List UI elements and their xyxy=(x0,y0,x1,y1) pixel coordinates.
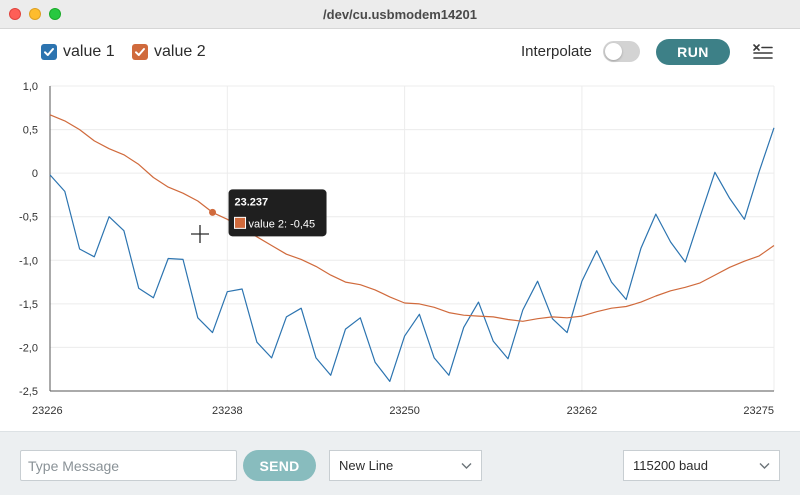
x-tick-label: 23275 xyxy=(743,405,774,417)
window-title: /dev/cu.usbmodem14201 xyxy=(323,7,477,22)
x-tick-label: 23238 xyxy=(212,405,243,417)
tooltip-swatch xyxy=(234,216,247,229)
x-tick-label: 23250 xyxy=(389,405,420,417)
title-bar: /dev/cu.usbmodem14201 xyxy=(0,0,800,29)
legend-item-value-1[interactable]: value 1 xyxy=(41,41,115,63)
baud-rate-value: 115200 baud xyxy=(633,458,708,473)
y-tick-label: 1,0 xyxy=(23,81,38,93)
y-tick-label: 0,5 xyxy=(23,125,38,137)
checkmark-icon xyxy=(135,48,145,56)
y-tick-label: -2,0 xyxy=(19,342,38,354)
y-tick-label: -1,0 xyxy=(19,255,38,267)
series-line-2 xyxy=(49,114,775,322)
clear-output-icon[interactable] xyxy=(752,42,774,62)
line-ending-select[interactable]: New Line xyxy=(329,450,482,481)
run-button[interactable]: RUN xyxy=(656,39,730,65)
x-tick-label: 23262 xyxy=(567,405,598,417)
value-2-checkbox[interactable] xyxy=(132,44,148,60)
tooltip-title: 23.237 xyxy=(235,196,269,208)
chevron-down-icon xyxy=(759,463,770,469)
checkmark-icon xyxy=(44,48,54,56)
chevron-down-icon xyxy=(461,463,472,469)
legend-label-value-2: value 2 xyxy=(154,43,206,60)
baud-rate-select[interactable]: 115200 baud xyxy=(623,450,780,481)
legend-item-value-2[interactable]: value 2 xyxy=(132,41,206,63)
value-1-checkbox[interactable] xyxy=(41,44,57,60)
toggle-knob xyxy=(605,43,622,60)
plot-area[interactable]: 1,0 0,5 0 -0,5 -1,0 -1,5 -2,0 -2,5 23226 23238 232… xyxy=(0,75,800,420)
message-input[interactable] xyxy=(20,450,237,481)
send-button[interactable]: SEND xyxy=(243,450,316,481)
x-tick-label: 23226 xyxy=(32,405,63,417)
interpolate-toggle[interactable] xyxy=(603,41,640,62)
series-line-1 xyxy=(49,127,775,382)
y-tick-label: 0 xyxy=(32,168,38,180)
legend-label-value-1: value 1 xyxy=(63,43,115,60)
line-ending-value: New Line xyxy=(339,458,394,473)
tooltip-value: value 2: -0,45 xyxy=(249,218,316,230)
y-tick-label: -1,5 xyxy=(19,299,38,311)
hover-point xyxy=(209,208,217,216)
interpolate-label: Interpolate xyxy=(521,43,592,60)
y-tick-label: -2,5 xyxy=(19,386,38,398)
y-tick-label: -0,5 xyxy=(19,212,38,224)
